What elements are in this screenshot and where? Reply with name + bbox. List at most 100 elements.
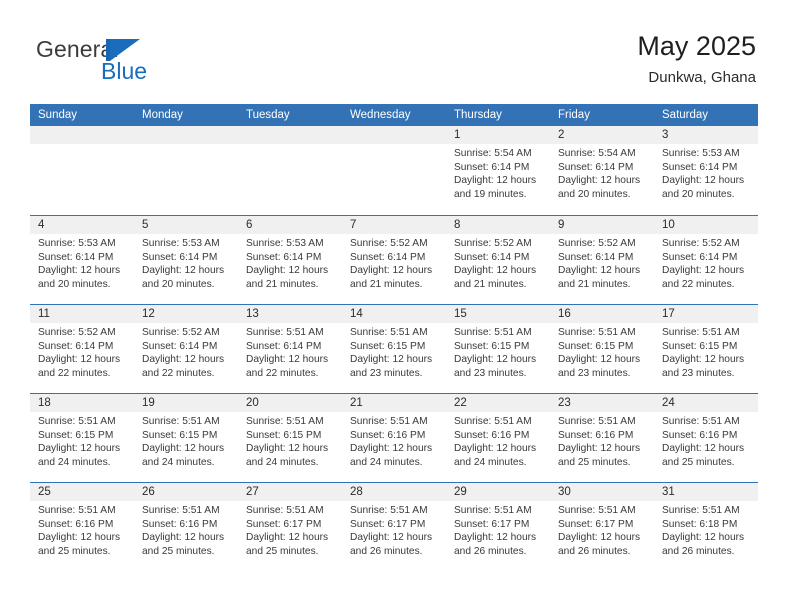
day-details: Sunrise: 5:51 AM Sunset: 6:17 PM Daylight:… — [342, 501, 446, 558]
daylight-text: Daylight: 12 hours and 23 minutes. — [558, 354, 641, 379]
calendar-day-cell[interactable]: 12 Sunrise: 5:52 AM Sunset: 6:14 PM Dayligh… — [134, 305, 238, 393]
sunset-text: Sunset: 6:15 PM — [246, 429, 322, 441]
sunrise-text: Sunrise: 5:51 AM — [246, 505, 324, 516]
daylight-text: Daylight: 12 hours and 20 minutes. — [558, 175, 641, 200]
day-number: 6 — [238, 216, 342, 234]
daylight-text: Daylight: 12 hours and 19 minutes. — [454, 175, 537, 200]
calendar-day-cell[interactable]: 24 Sunrise: 5:51 AM Sunset: 6:16 PM Dayligh… — [654, 394, 758, 482]
calendar-day-cell[interactable]: 10 Sunrise: 5:52 AM Sunset: 6:14 PM Dayligh… — [654, 216, 758, 304]
day-details: Sunrise: 5:52 AM Sunset: 6:14 PM Daylight:… — [446, 234, 550, 291]
sunset-text: Sunset: 6:16 PM — [454, 429, 530, 441]
day-details: Sunrise: 5:53 AM Sunset: 6:14 PM Daylight:… — [238, 234, 342, 291]
daylight-text: Daylight: 12 hours and 26 minutes. — [662, 532, 745, 557]
sunset-text: Sunset: 6:18 PM — [662, 518, 738, 530]
daylight-text: Daylight: 12 hours and 24 minutes. — [454, 443, 537, 468]
calendar-day-cell[interactable]: 25 Sunrise: 5:51 AM Sunset: 6:16 PM Dayligh… — [30, 483, 134, 571]
calendar-day-cell[interactable]: 26 Sunrise: 5:51 AM Sunset: 6:16 PM Dayligh… — [134, 483, 238, 571]
day-details: Sunrise: 5:53 AM Sunset: 6:14 PM Daylight:… — [134, 234, 238, 291]
day-number: 13 — [238, 305, 342, 323]
calendar-day-cell[interactable]: 14 Sunrise: 5:51 AM Sunset: 6:15 PM Dayligh… — [342, 305, 446, 393]
sunset-text: Sunset: 6:16 PM — [38, 518, 114, 530]
sunrise-text: Sunrise: 5:51 AM — [350, 327, 428, 338]
calendar-day-cell[interactable]: 19 Sunrise: 5:51 AM Sunset: 6:15 PM Dayligh… — [134, 394, 238, 482]
sunrise-text: Sunrise: 5:51 AM — [142, 416, 220, 427]
page-header: General Blue May 2025 Dunkwa, Ghana — [0, 0, 792, 100]
calendar-week-row: 11 Sunrise: 5:52 AM Sunset: 6:14 PM Dayligh… — [30, 304, 758, 393]
calendar-day-cell-empty — [134, 126, 238, 215]
sunset-text: Sunset: 6:17 PM — [246, 518, 322, 530]
daylight-text: Daylight: 12 hours and 24 minutes. — [350, 443, 433, 468]
day-details: Sunrise: 5:51 AM Sunset: 6:15 PM Daylight:… — [342, 323, 446, 380]
brand-logo[interactable]: General Blue — [36, 36, 276, 92]
calendar-day-cell[interactable]: 9 Sunrise: 5:52 AM Sunset: 6:14 PM Daylight… — [550, 216, 654, 304]
day-number: 9 — [550, 216, 654, 234]
day-number — [342, 126, 446, 144]
day-number: 25 — [30, 483, 134, 501]
day-number: 30 — [550, 483, 654, 501]
brand-name-blue: Blue — [101, 58, 148, 84]
sunrise-text: Sunrise: 5:52 AM — [142, 327, 220, 338]
day-number: 22 — [446, 394, 550, 412]
day-details: Sunrise: 5:54 AM Sunset: 6:14 PM Daylight:… — [550, 144, 654, 201]
sunrise-text: Sunrise: 5:51 AM — [558, 416, 636, 427]
calendar-day-cell[interactable]: 27 Sunrise: 5:51 AM Sunset: 6:17 PM Dayligh… — [238, 483, 342, 571]
calendar-day-cell[interactable]: 23 Sunrise: 5:51 AM Sunset: 6:16 PM Dayligh… — [550, 394, 654, 482]
sunset-text: Sunset: 6:15 PM — [558, 340, 634, 352]
calendar-day-cell-empty — [342, 126, 446, 215]
calendar-day-cell[interactable]: 8 Sunrise: 5:52 AM Sunset: 6:14 PM Daylight… — [446, 216, 550, 304]
brand-top-row: General — [36, 36, 276, 62]
sunset-text: Sunset: 6:14 PM — [454, 251, 530, 263]
calendar-day-cell[interactable]: 4 Sunrise: 5:53 AM Sunset: 6:14 PM Daylight… — [30, 216, 134, 304]
calendar-day-cell[interactable]: 13 Sunrise: 5:51 AM Sunset: 6:14 PM Dayligh… — [238, 305, 342, 393]
sunrise-text: Sunrise: 5:53 AM — [662, 148, 740, 159]
calendar-day-cell[interactable]: 6 Sunrise: 5:53 AM Sunset: 6:14 PM Daylight… — [238, 216, 342, 304]
daylight-text: Daylight: 12 hours and 26 minutes. — [454, 532, 537, 557]
day-details: Sunrise: 5:52 AM Sunset: 6:14 PM Daylight:… — [550, 234, 654, 291]
calendar-day-cell[interactable]: 30 Sunrise: 5:51 AM Sunset: 6:17 PM Dayligh… — [550, 483, 654, 571]
day-details: Sunrise: 5:53 AM Sunset: 6:14 PM Daylight:… — [30, 234, 134, 291]
day-number: 24 — [654, 394, 758, 412]
calendar-day-cell[interactable]: 15 Sunrise: 5:51 AM Sunset: 6:15 PM Dayligh… — [446, 305, 550, 393]
calendar-day-cell[interactable]: 20 Sunrise: 5:51 AM Sunset: 6:15 PM Dayligh… — [238, 394, 342, 482]
day-details: Sunrise: 5:51 AM Sunset: 6:16 PM Daylight:… — [550, 412, 654, 469]
calendar-day-cell[interactable]: 29 Sunrise: 5:51 AM Sunset: 6:17 PM Dayligh… — [446, 483, 550, 571]
day-number: 18 — [30, 394, 134, 412]
sunrise-text: Sunrise: 5:52 AM — [662, 238, 740, 249]
calendar-day-cell[interactable]: 18 Sunrise: 5:51 AM Sunset: 6:15 PM Dayligh… — [30, 394, 134, 482]
page-title: May 2025 — [637, 31, 756, 61]
calendar-day-cell[interactable]: 3 Sunrise: 5:53 AM Sunset: 6:14 PM Daylight… — [654, 126, 758, 215]
calendar-day-cell[interactable]: 5 Sunrise: 5:53 AM Sunset: 6:14 PM Daylight… — [134, 216, 238, 304]
calendar-day-cell[interactable]: 2 Sunrise: 5:54 AM Sunset: 6:14 PM Daylight… — [550, 126, 654, 215]
daylight-text: Daylight: 12 hours and 20 minutes. — [142, 265, 225, 290]
calendar-day-cell[interactable]: 11 Sunrise: 5:52 AM Sunset: 6:14 PM Dayligh… — [30, 305, 134, 393]
weekday-header-saturday: Saturday — [662, 109, 709, 121]
day-details: Sunrise: 5:51 AM Sunset: 6:16 PM Daylight:… — [134, 501, 238, 558]
sunset-text: Sunset: 6:14 PM — [350, 251, 426, 263]
sunrise-text: Sunrise: 5:51 AM — [38, 505, 116, 516]
sunset-text: Sunset: 6:14 PM — [558, 251, 634, 263]
calendar-day-cell[interactable]: 22 Sunrise: 5:51 AM Sunset: 6:16 PM Dayligh… — [446, 394, 550, 482]
daylight-text: Daylight: 12 hours and 25 minutes. — [38, 532, 121, 557]
day-details: Sunrise: 5:51 AM Sunset: 6:17 PM Daylight:… — [446, 501, 550, 558]
sunset-text: Sunset: 6:15 PM — [38, 429, 114, 441]
day-number: 3 — [654, 126, 758, 144]
daylight-text: Daylight: 12 hours and 25 minutes. — [246, 532, 329, 557]
weekday-header-thursday: Thursday — [454, 109, 502, 121]
calendar-week-row: 25 Sunrise: 5:51 AM Sunset: 6:16 PM Dayligh… — [30, 482, 758, 571]
calendar-page: General Blue May 2025 Dunkwa, Ghana Sund… — [0, 0, 792, 612]
calendar-day-cell[interactable]: 21 Sunrise: 5:51 AM Sunset: 6:16 PM Dayligh… — [342, 394, 446, 482]
day-details: Sunrise: 5:51 AM Sunset: 6:15 PM Daylight:… — [30, 412, 134, 469]
daylight-text: Daylight: 12 hours and 26 minutes. — [350, 532, 433, 557]
sunset-text: Sunset: 6:14 PM — [38, 340, 114, 352]
calendar-day-cell[interactable]: 16 Sunrise: 5:51 AM Sunset: 6:15 PM Dayligh… — [550, 305, 654, 393]
calendar-day-cell[interactable]: 31 Sunrise: 5:51 AM Sunset: 6:18 PM Dayligh… — [654, 483, 758, 571]
calendar-day-cell[interactable]: 17 Sunrise: 5:51 AM Sunset: 6:15 PM Dayligh… — [654, 305, 758, 393]
weekday-header-wednesday: Wednesday — [350, 109, 411, 121]
calendar-day-cell[interactable]: 28 Sunrise: 5:51 AM Sunset: 6:17 PM Dayligh… — [342, 483, 446, 571]
day-number: 23 — [550, 394, 654, 412]
weeks-container: 1 Sunrise: 5:54 AM Sunset: 6:14 PM Daylight… — [30, 126, 758, 571]
calendar-week-row: 18 Sunrise: 5:51 AM Sunset: 6:15 PM Dayligh… — [30, 393, 758, 482]
calendar-day-cell[interactable]: 7 Sunrise: 5:52 AM Sunset: 6:14 PM Daylight… — [342, 216, 446, 304]
sunset-text: Sunset: 6:15 PM — [662, 340, 738, 352]
calendar-day-cell[interactable]: 1 Sunrise: 5:54 AM Sunset: 6:14 PM Daylight… — [446, 126, 550, 215]
